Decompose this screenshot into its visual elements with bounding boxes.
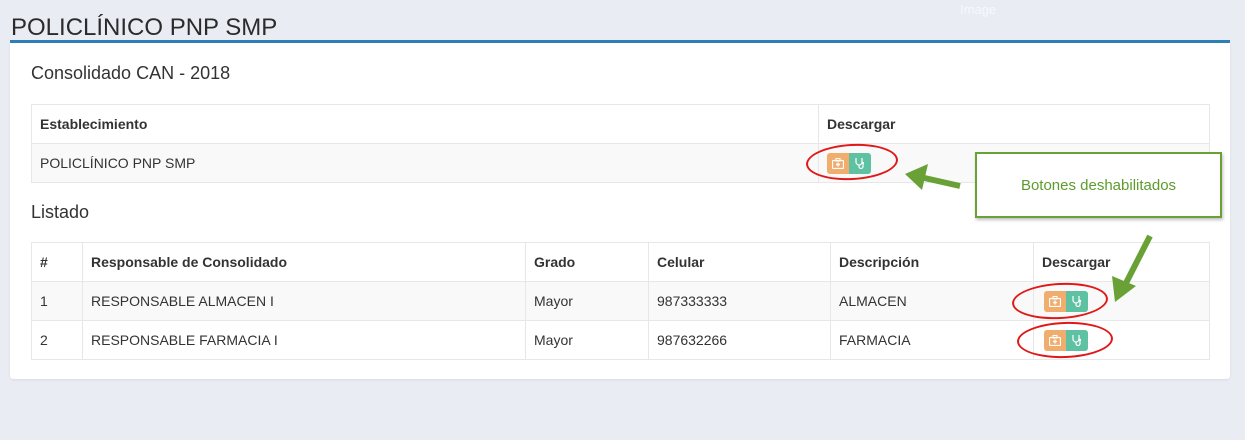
annotation-arrows xyxy=(905,164,1153,302)
arrow-left xyxy=(905,164,961,190)
arrow-down xyxy=(1112,234,1153,302)
